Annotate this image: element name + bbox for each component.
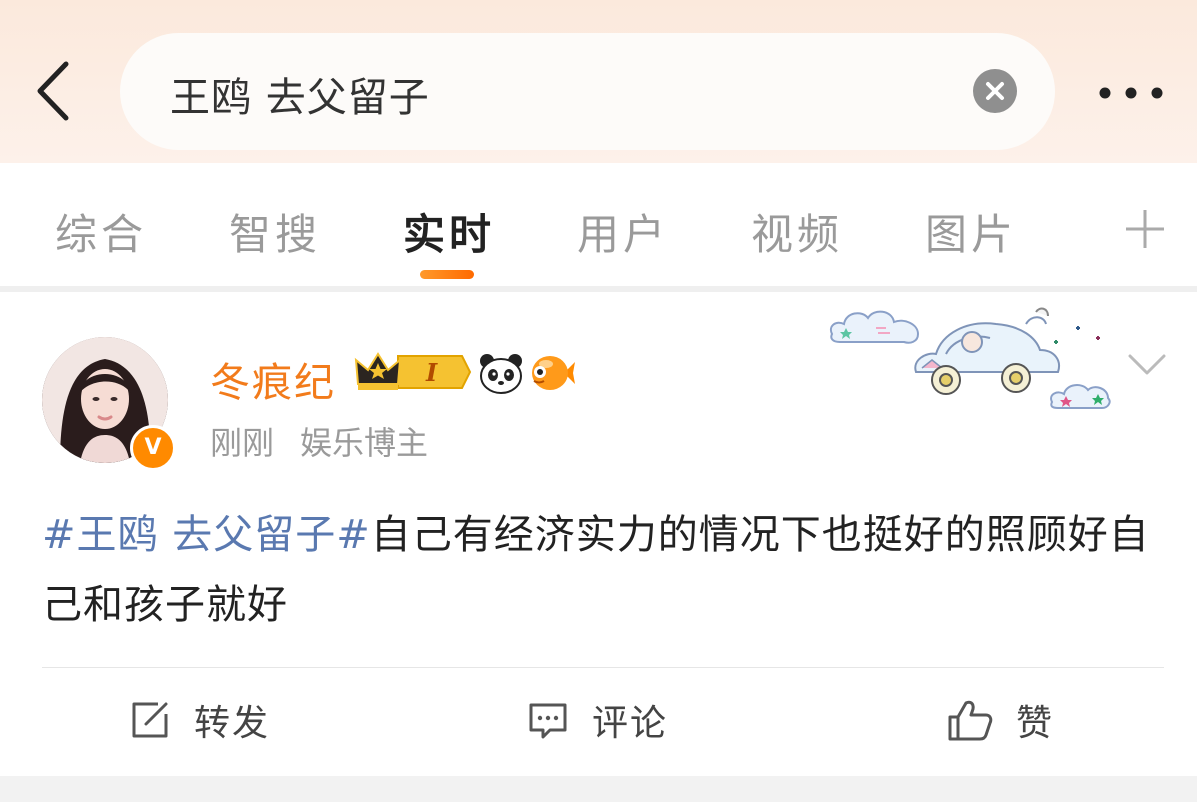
repost-button[interactable]: 转发	[128, 692, 270, 748]
hashtag-link[interactable]: #王鸥 去父留子#	[42, 512, 371, 558]
share-edit-icon	[132, 702, 168, 738]
more-button[interactable]	[1096, 78, 1166, 108]
verified-v-icon: V	[130, 425, 176, 471]
post-content: #王鸥 去父留子#自己有经济实力的情况下也挺好的照顾好自己和孩子就好	[42, 500, 1152, 640]
thumbs-up-icon	[948, 700, 993, 741]
tab-bar: 综合 智搜 实时 用户 视频 图片	[0, 163, 1197, 292]
comment-label: 评论	[592, 703, 669, 744]
clear-search-button[interactable]	[973, 69, 1017, 113]
vip-crown-badge-icon[interactable]: I	[354, 350, 472, 394]
tab-comprehensive[interactable]: 综合	[55, 201, 147, 262]
active-tab-indicator	[420, 270, 474, 279]
tab-images[interactable]: 图片	[925, 201, 1017, 262]
car-clouds-decoration	[830, 307, 1111, 409]
comment-button[interactable]: 评论	[526, 692, 668, 748]
plus-icon	[1126, 210, 1164, 248]
goldfish-icon[interactable]	[528, 350, 576, 396]
back-button[interactable]	[30, 58, 80, 124]
post-time: 刚刚	[210, 424, 275, 462]
tab-videos[interactable]: 视频	[751, 201, 843, 262]
add-tab-button[interactable]	[1124, 208, 1166, 250]
vip-level: I	[425, 358, 438, 387]
divider	[42, 667, 1164, 668]
tab-realtime[interactable]: 实时	[403, 201, 495, 262]
more-dots-icon	[1099, 87, 1163, 99]
top-search-bar: 王鸥 去父留子	[0, 0, 1197, 163]
close-icon	[986, 82, 1004, 100]
search-input[interactable]: 王鸥 去父留子	[120, 33, 1055, 150]
tab-users[interactable]: 用户	[577, 201, 669, 262]
author-role: 娱乐博主	[300, 424, 429, 462]
repost-label: 转发	[194, 703, 271, 744]
tab-smart-search[interactable]: 智搜	[229, 201, 321, 262]
username[interactable]: 冬痕纪	[210, 350, 336, 408]
search-query[interactable]: 王鸥 去父留子	[170, 65, 430, 123]
comment-bubble-icon	[529, 703, 567, 739]
feed-gap	[0, 776, 1197, 802]
chevron-down-icon[interactable]	[1126, 352, 1168, 378]
like-label: 赞	[1016, 703, 1055, 744]
post-card[interactable]: V 冬痕纪 I 刚刚 娱乐博主 #王鸥 去父留子#自己有经济实力的情况下也挺好的…	[0, 292, 1197, 776]
chevron-left-icon	[37, 61, 69, 121]
panda-icon[interactable]	[478, 352, 524, 394]
like-button[interactable]: 赞	[946, 692, 1054, 748]
